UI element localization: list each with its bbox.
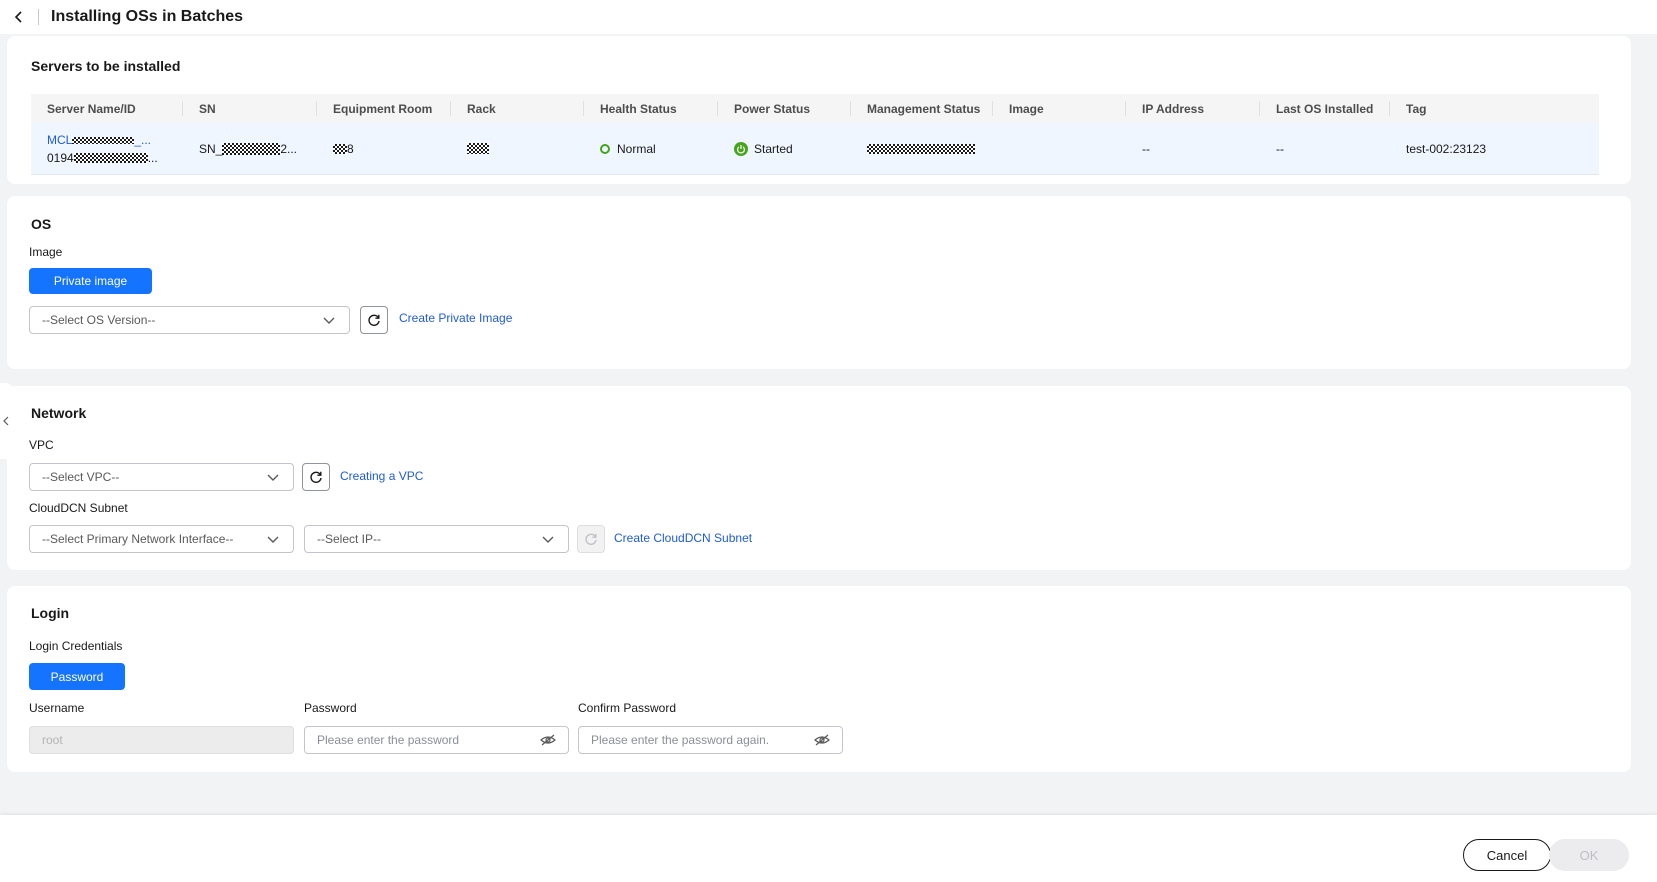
power-status-cell: Started xyxy=(718,123,851,174)
ip-select[interactable]: --Select IP-- xyxy=(304,525,569,553)
side-panel-toggle[interactable] xyxy=(0,383,12,459)
network-section-title: Network xyxy=(31,405,87,421)
refresh-icon xyxy=(310,471,322,483)
image-label: Image xyxy=(29,245,63,259)
column-header: Server Name/ID xyxy=(31,94,183,123)
power-status-text: Started xyxy=(754,141,793,156)
refresh-icon xyxy=(368,314,380,326)
scrollbar[interactable] xyxy=(1649,34,1657,815)
footer-bar xyxy=(0,815,1657,882)
login-credentials-label: Login Credentials xyxy=(29,639,123,653)
column-header: Equipment Room xyxy=(317,94,451,123)
os-section-title: OS xyxy=(31,216,52,232)
os-version-placeholder: --Select OS Version-- xyxy=(42,313,156,327)
column-header: Health Status xyxy=(584,94,718,123)
create-subnet-link[interactable]: Create CloudDCN Subnet xyxy=(614,531,752,545)
subnet-label: CloudDCN Subnet xyxy=(29,501,128,515)
column-header: IP Address xyxy=(1126,94,1260,123)
cancel-button[interactable]: Cancel xyxy=(1463,839,1551,871)
sn-cell: SN_ 2... xyxy=(199,141,298,156)
create-vpc-link[interactable]: Creating a VPC xyxy=(340,469,423,483)
last-os-cell: -- xyxy=(1276,141,1284,156)
chevron-left-icon xyxy=(3,416,9,426)
rack-cell xyxy=(451,123,584,174)
eye-hidden-icon[interactable] xyxy=(540,733,556,747)
column-header: Rack xyxy=(451,94,584,123)
vpc-select[interactable]: --Select VPC-- xyxy=(29,463,294,491)
page-header: Installing OSs in Batches xyxy=(0,0,1657,34)
eye-hidden-icon[interactable] xyxy=(814,733,830,747)
table-header: Server Name/ID SN Equipment Room Rack He… xyxy=(31,94,1599,123)
column-header: Tag xyxy=(1406,101,1427,116)
chevron-down-icon xyxy=(323,317,335,324)
server-name-link[interactable]: MCL _... xyxy=(47,133,151,147)
column-header: Last OS Installed xyxy=(1260,94,1390,123)
username-label: Username xyxy=(29,701,85,715)
password-field[interactable]: Please enter the password xyxy=(304,726,569,754)
page-title: Installing OSs in Batches xyxy=(51,8,244,25)
username-field: root xyxy=(29,726,294,754)
server-name-cell: MCL _... 0194... xyxy=(31,123,183,174)
password-label: Password xyxy=(304,701,357,715)
confirm-password-label: Confirm Password xyxy=(578,701,677,715)
chevron-left-icon xyxy=(14,11,22,23)
ip-placeholder: --Select IP-- xyxy=(317,532,382,546)
refresh-vpc-button[interactable] xyxy=(302,463,330,491)
image-cell xyxy=(993,123,1126,174)
ip-address-cell: -- xyxy=(1142,141,1150,156)
login-section-title: Login xyxy=(31,605,70,621)
servers-table: Server Name/ID SN Equipment Room Rack He… xyxy=(31,94,1599,175)
column-header: SN xyxy=(183,94,317,123)
chevron-down-icon xyxy=(267,536,279,543)
health-status-text: Normal xyxy=(617,141,656,156)
nic-placeholder: --Select Primary Network Interface-- xyxy=(42,532,234,546)
tag-cell: test-002:23123 xyxy=(1406,141,1487,156)
management-status-cell xyxy=(851,123,993,174)
private-image-button[interactable]: Private image xyxy=(29,268,152,294)
power-icon xyxy=(734,141,748,156)
refresh-subnet-button[interactable] xyxy=(577,525,605,553)
back-button[interactable] xyxy=(0,0,38,34)
servers-section-title: Servers to be installed xyxy=(31,58,181,74)
username-value: root xyxy=(42,733,63,747)
confirm-password-placeholder: Please enter the password again. xyxy=(591,733,770,747)
table-row: MCL _... 0194... SN_ 2... 8 Normal Started… xyxy=(31,123,1599,175)
servers-card: Servers to be installed Server Name/ID S… xyxy=(7,36,1631,184)
refresh-os-button[interactable] xyxy=(360,306,388,334)
password-placeholder: Please enter the password xyxy=(317,733,460,747)
login-card: Login Login Credentials Password Usernam… xyxy=(7,586,1631,772)
column-header: Image xyxy=(993,94,1126,123)
status-dot-icon xyxy=(600,143,610,154)
column-header: Management Status xyxy=(851,94,993,123)
primary-nic-select[interactable]: --Select Primary Network Interface-- xyxy=(29,525,294,553)
ok-button[interactable]: OK xyxy=(1549,839,1629,871)
password-credential-button[interactable]: Password xyxy=(29,663,125,690)
create-private-image-link[interactable]: Create Private Image xyxy=(399,311,512,325)
chevron-down-icon xyxy=(542,536,554,543)
health-status-cell: Normal xyxy=(584,123,718,174)
network-card: Network VPC --Select VPC-- Creating a VP… xyxy=(7,386,1631,570)
refresh-icon xyxy=(585,533,597,545)
vpc-label: VPC xyxy=(29,438,54,452)
server-id: 0194... xyxy=(47,150,158,165)
vpc-placeholder: --Select VPC-- xyxy=(42,470,120,484)
os-card: OS Image Private image --Select OS Versi… xyxy=(7,196,1631,369)
os-version-select[interactable]: --Select OS Version-- xyxy=(29,306,350,334)
confirm-password-field[interactable]: Please enter the password again. xyxy=(578,726,843,754)
column-header: Power Status xyxy=(718,94,851,123)
divider xyxy=(38,9,39,25)
equipment-room-cell: 8 xyxy=(317,123,451,174)
chevron-down-icon xyxy=(267,474,279,481)
